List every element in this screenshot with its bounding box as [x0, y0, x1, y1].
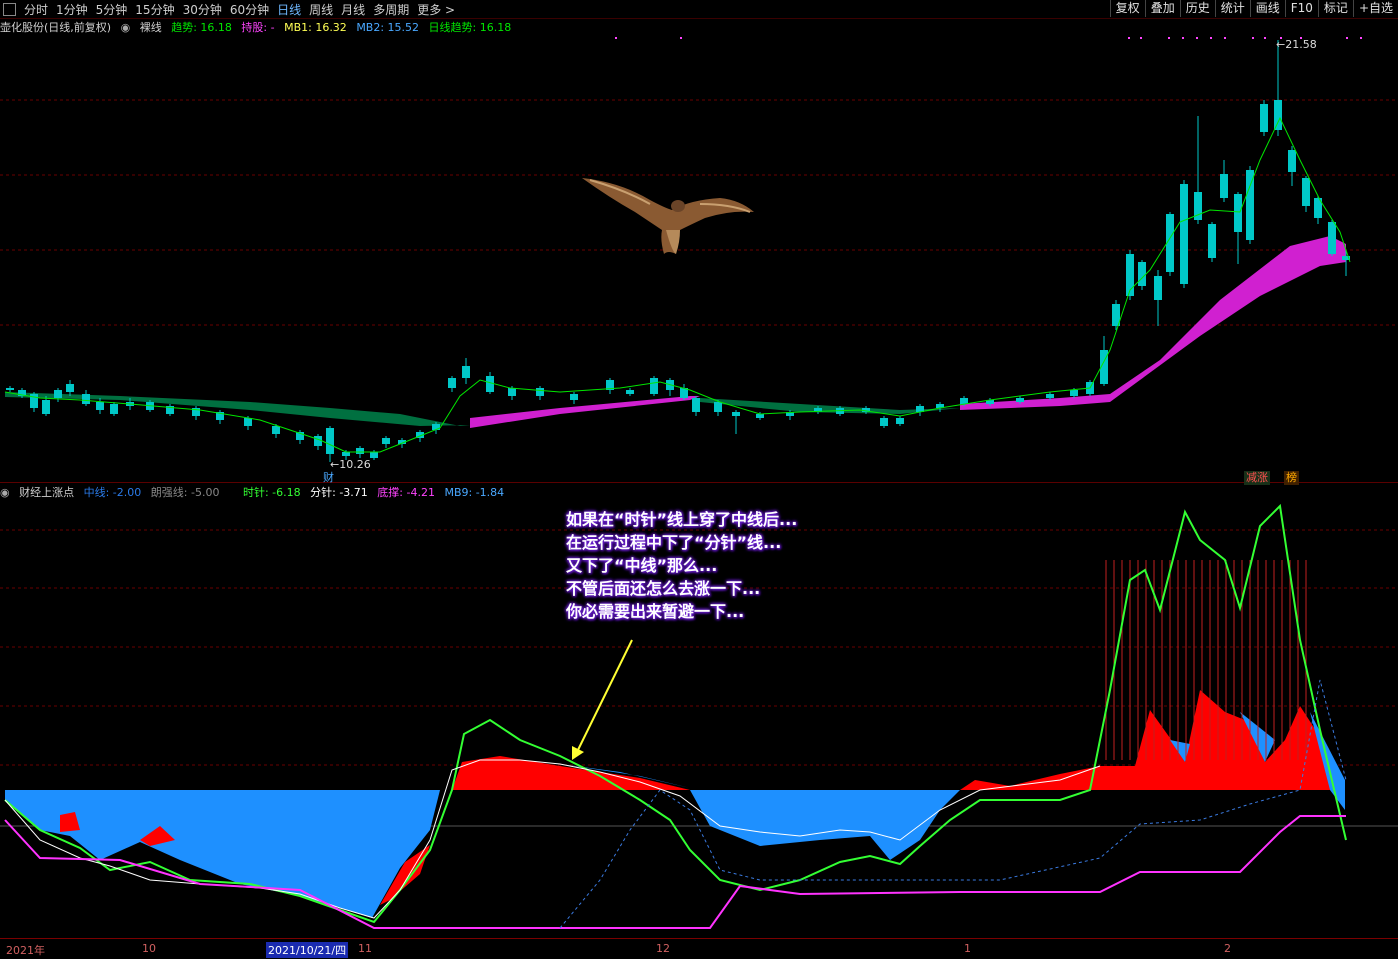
signal-dot: [1168, 37, 1170, 39]
candle-body: [82, 394, 90, 404]
finance-mark[interactable]: 财: [323, 469, 334, 485]
annotation-arrow: [572, 639, 633, 760]
candle-body: [1070, 390, 1078, 396]
strong-value: 朗强线: -5.00: [150, 486, 220, 499]
band-down-area: [5, 392, 470, 426]
hour-value: 时针: -6.18: [242, 486, 301, 499]
candle-body: [370, 452, 378, 458]
candle-body: [714, 402, 722, 412]
candle-body: [650, 378, 658, 394]
axis-cursor-date: 2021/10/21/四: [266, 942, 349, 958]
candle-body: [342, 452, 350, 456]
candle-body: [110, 404, 118, 414]
annotation-line: 不管后面还怎么去涨一下...: [566, 579, 761, 598]
candle-body: [1208, 224, 1216, 258]
sub-fill-red: [960, 690, 1340, 790]
signal-dot: [1210, 37, 1212, 39]
candle-body: [6, 388, 14, 390]
candle-body: [244, 418, 252, 426]
candle-body: [896, 418, 904, 424]
high-price-mark: ←21.58: [1276, 38, 1317, 51]
arrow-shaft: [575, 639, 633, 755]
candle-body: [1138, 262, 1146, 286]
candle-body: [448, 378, 456, 388]
candle-body: [1234, 194, 1242, 232]
candle-body: [462, 366, 470, 378]
annotation-text: 如果在“时针”线上穿了中线后... 在运行过程中下了“分针”线... 又下了“中…: [566, 508, 797, 623]
mid-value: 中线: -2.00: [83, 486, 142, 499]
signal-dot: [1128, 37, 1130, 39]
candle-body: [536, 388, 544, 396]
low-price-mark: ←10.26: [330, 458, 371, 471]
bang-badge[interactable]: 榜: [1284, 471, 1299, 485]
falcon-image: [582, 178, 754, 254]
annotation-line: 如果在“时针”线上穿了中线后...: [566, 510, 798, 529]
time-axis: 2021年 10 2021/10/21/四 11 12 1 2: [0, 938, 1398, 959]
band-up-area: [960, 236, 1346, 410]
axis-month-10: 10: [142, 942, 156, 955]
candle-body: [356, 448, 364, 454]
signal-dot: [1140, 37, 1142, 39]
signal-dot: [1360, 37, 1362, 39]
annotation-line: 又下了“中线”那么...: [566, 556, 718, 575]
signal-dot: [1252, 37, 1254, 39]
candle-body: [570, 394, 578, 400]
signal-dot: [680, 37, 682, 39]
signal-dot: [1224, 37, 1226, 39]
candle-body: [1274, 100, 1282, 130]
candle-body: [1328, 222, 1336, 254]
candle-body: [732, 412, 740, 416]
sub-toggle-icon[interactable]: ◉: [0, 486, 10, 499]
candle-body: [272, 426, 280, 434]
candle-body: [1302, 178, 1310, 206]
candle-body: [42, 400, 50, 414]
annotation-line: 你必需要出来暂避一下...: [566, 602, 745, 621]
candle-body: [96, 402, 104, 410]
axis-year: 2021年: [6, 944, 45, 957]
band-up-area: [470, 396, 700, 428]
axis-month-12: 12: [656, 942, 670, 955]
axis-month-2: 2: [1224, 942, 1231, 955]
minute-value: 分针: -3.71: [310, 486, 368, 499]
sub-indicator-name[interactable]: 财经上涨点: [19, 486, 74, 499]
signal-dot: [1346, 37, 1348, 39]
pane-separator: [0, 482, 1398, 483]
candle-body: [1220, 174, 1228, 198]
candle-body: [1180, 184, 1188, 284]
chart-canvas: [0, 37, 1398, 929]
candle-body: [1260, 104, 1268, 132]
candle-body: [508, 388, 516, 396]
high-arrow-icon: ←: [1276, 38, 1286, 51]
annotation-line: 在运行过程中下了“分针”线...: [566, 533, 782, 552]
signal-dot: [615, 37, 617, 39]
candle-body: [1016, 398, 1024, 402]
signal-dot: [1182, 37, 1184, 39]
candle-body: [1288, 150, 1296, 172]
candle-body: [54, 390, 62, 398]
candle-body: [382, 438, 390, 444]
candle-body: [880, 418, 888, 426]
candle-body: [66, 384, 74, 392]
bottom-value: 底撑: -4.21: [377, 486, 435, 499]
axis-month-11: 11: [358, 942, 372, 955]
sub-indicator-info: ◉ 财经上涨点 中线: -2.00 朗强线: -5.00 时针: -6.18 分…: [0, 485, 510, 501]
jianzhang-badge[interactable]: 减涨: [1244, 471, 1270, 485]
candle-body: [626, 390, 634, 394]
candle-body: [1246, 170, 1254, 240]
signal-dot: [1196, 37, 1198, 39]
candle-body: [756, 414, 764, 418]
mb9-value: MB9: -1.84: [444, 486, 505, 499]
candle-body: [1154, 276, 1162, 300]
candle-body: [960, 398, 968, 404]
candle-body: [1046, 394, 1054, 398]
signal-dot: [1264, 37, 1266, 39]
candle-body: [692, 398, 700, 412]
candle-body: [314, 436, 322, 446]
candle-body: [486, 376, 494, 392]
axis-month-1: 1: [964, 942, 971, 955]
candle-body: [326, 428, 334, 454]
